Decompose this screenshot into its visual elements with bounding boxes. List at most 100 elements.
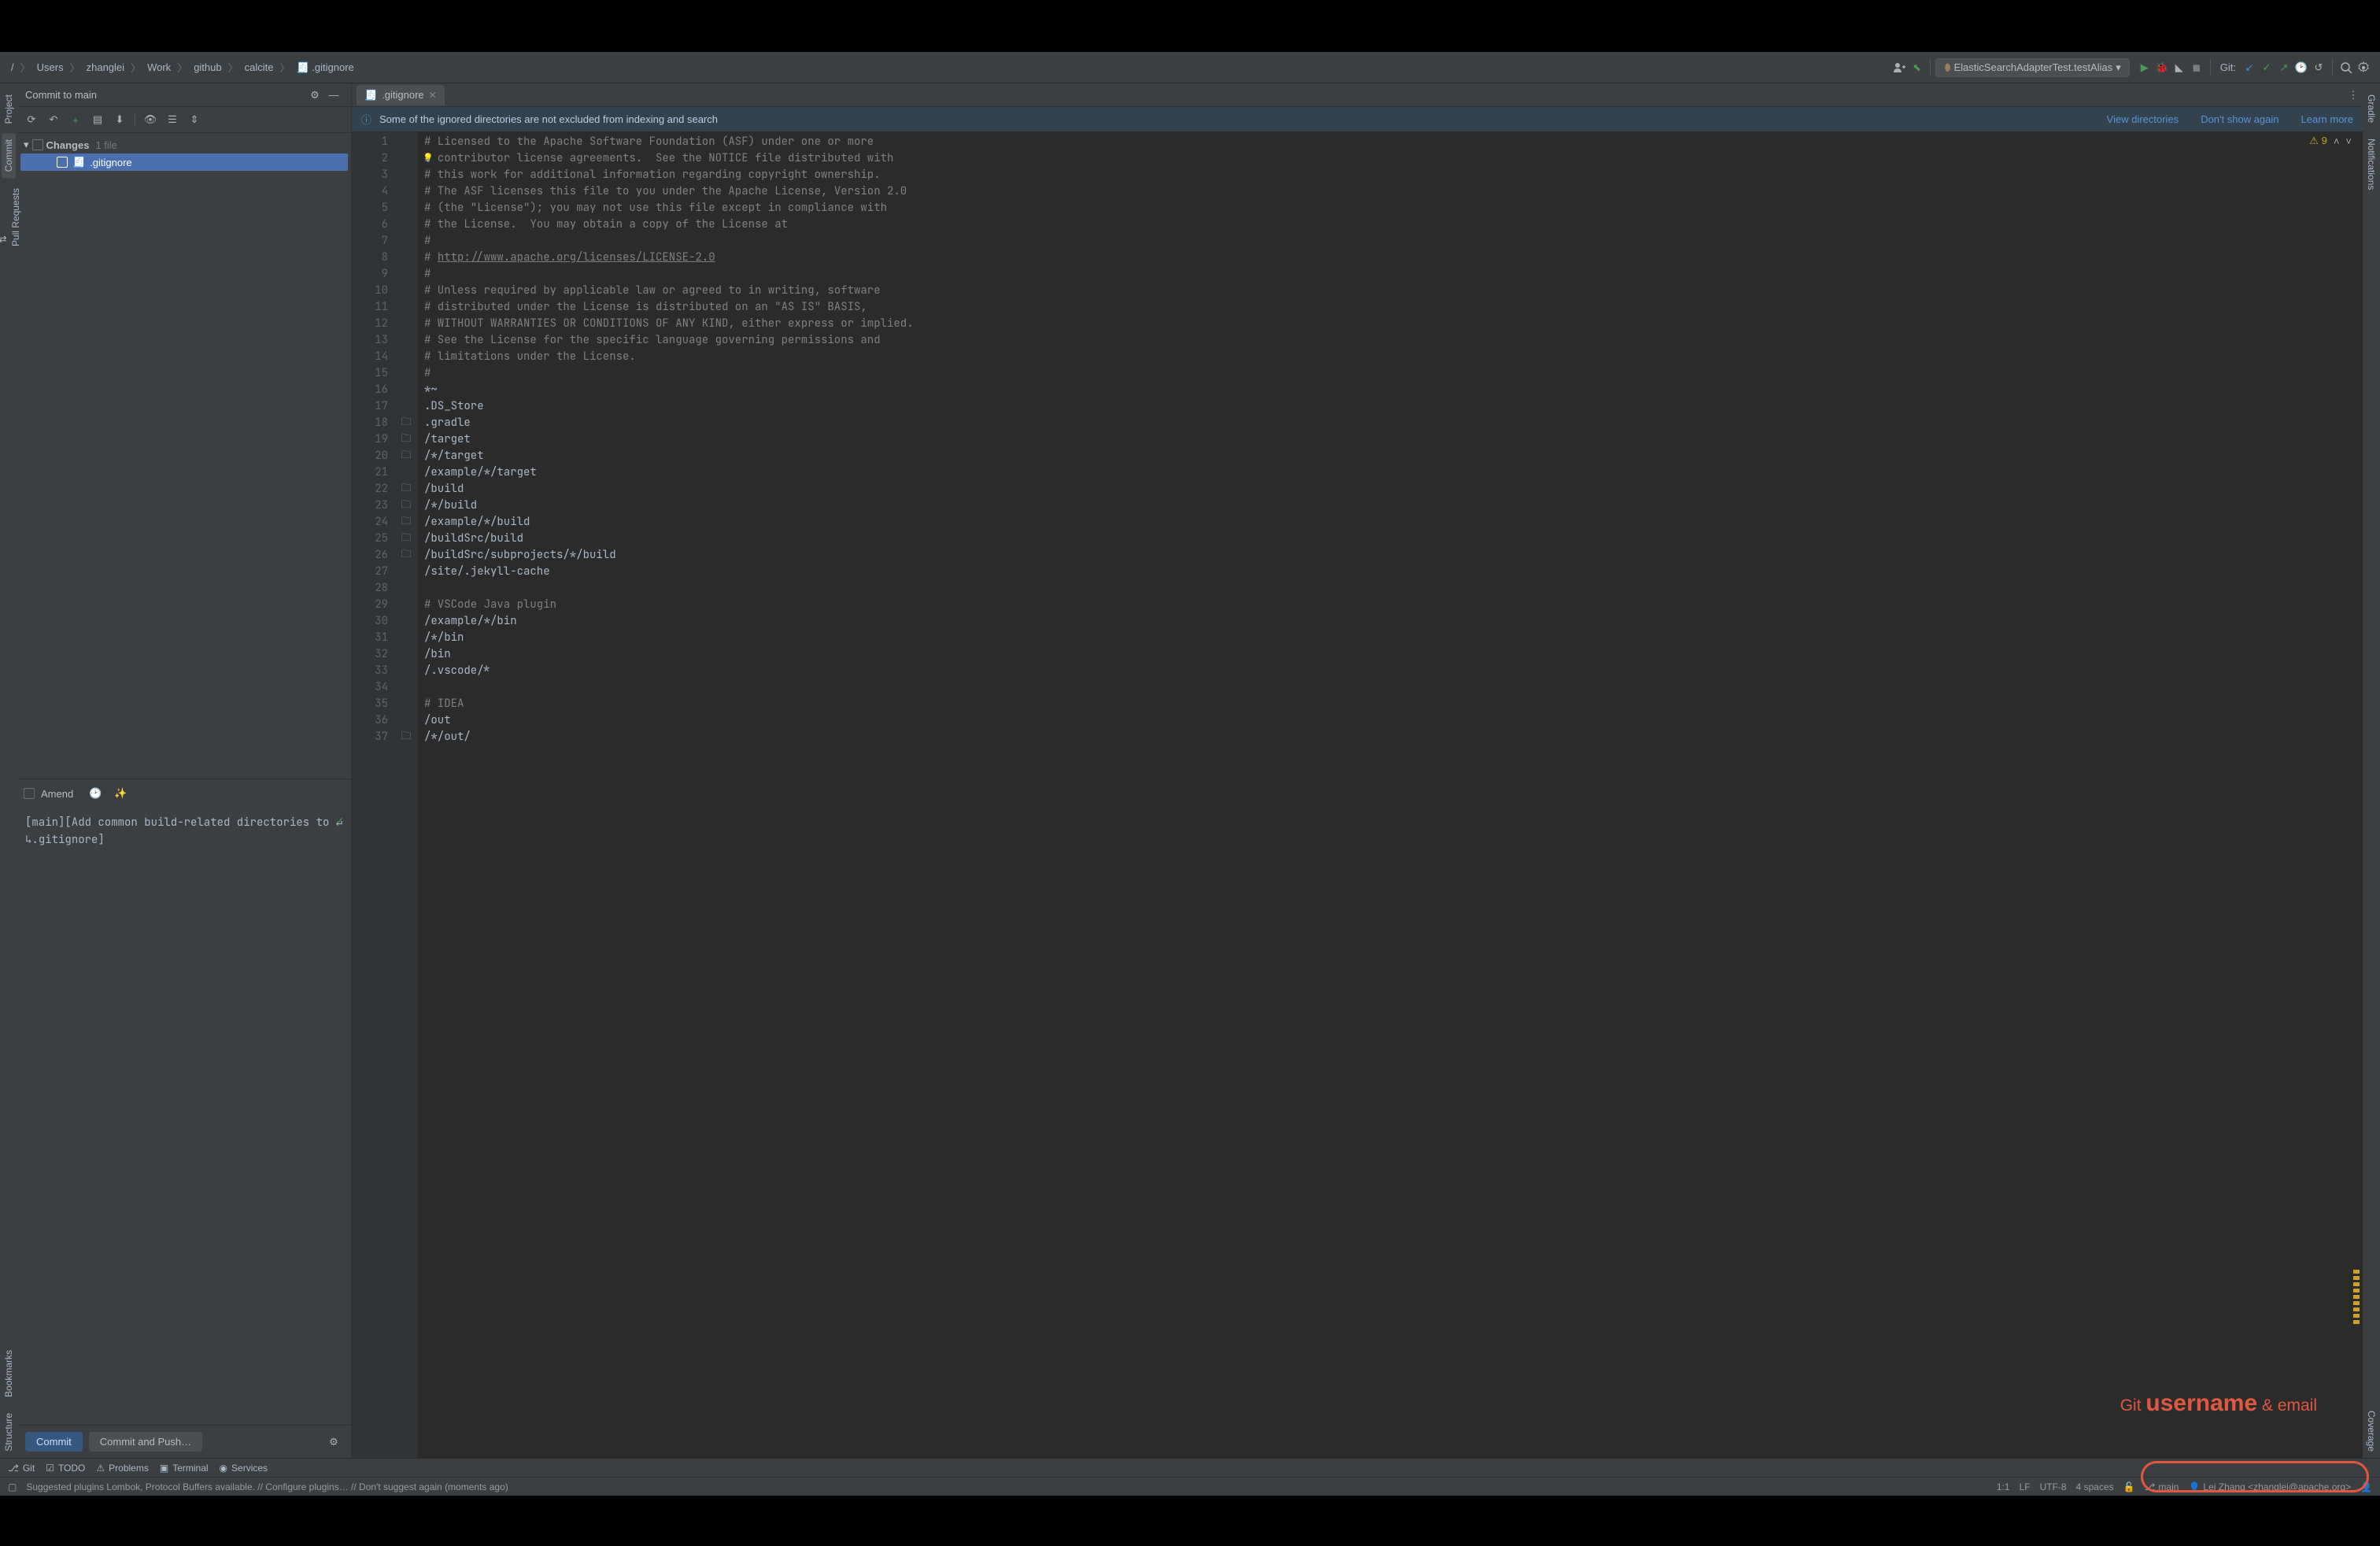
run-config-dropdown[interactable]: ⬮ ElasticSearchAdapterTest.testAlias ▾ [1935, 58, 2129, 77]
shelve-icon[interactable]: ⬇ [110, 110, 129, 129]
history-icon[interactable]: 🕑 [86, 784, 105, 803]
git-branch[interactable]: ⎇ main [2145, 1481, 2179, 1492]
settings-icon[interactable] [2355, 59, 2372, 76]
code-area[interactable]: # Licensed to the Apache Software Founda… [418, 131, 2363, 1458]
revert-icon[interactable]: ↶ [44, 110, 63, 129]
close-icon[interactable]: ✕ [429, 90, 437, 101]
tab-notifications[interactable]: Notifications [2364, 132, 2378, 196]
tab-gradle[interactable]: Gradle [2364, 88, 2378, 129]
amend-checkbox[interactable] [24, 788, 35, 799]
breadcrumb-item[interactable]: calcite [242, 60, 277, 75]
tab-bookmarks[interactable]: Bookmarks [2, 1344, 16, 1404]
view-directories-link[interactable]: View directories [2107, 113, 2179, 125]
breadcrumb-item[interactable]: Work [144, 60, 174, 75]
add-icon[interactable]: + [66, 110, 85, 129]
breadcrumb-item[interactable]: zhanglei [83, 60, 128, 75]
diff-icon[interactable]: ▤ [88, 110, 107, 129]
commit-push-button[interactable]: Commit and Push… [89, 1432, 202, 1452]
backtrack-icon[interactable]: ⬉ [1908, 59, 1925, 76]
more-icon[interactable]: ⋮ [2344, 86, 2363, 105]
commit-button[interactable]: Commit [25, 1432, 83, 1452]
tab-problems[interactable]: ⚠Problems [96, 1463, 148, 1474]
changed-file[interactable]: 🧾 .gitignore [20, 153, 348, 171]
history-icon[interactable]: 🕑 [2293, 59, 2310, 76]
breadcrumb-file[interactable]: 🧾 .gitignore [294, 60, 357, 76]
readonly-toggle[interactable]: 🔓 [2123, 1481, 2135, 1492]
debug-button[interactable]: 🐞 [2153, 59, 2171, 76]
collapse-icon[interactable]: ⇕ [185, 110, 204, 129]
chevron-down-icon: ▾ [2116, 61, 2121, 74]
gutter-icons: 🗀🗀🗀🗀🗀🗀🗀🗀🗀 [394, 131, 418, 1458]
file-encoding[interactable]: UTF-8 [2040, 1481, 2067, 1492]
run-button[interactable]: ▶ [2136, 59, 2153, 76]
info-banner: ⓘ Some of the ignored directories are no… [352, 107, 2363, 131]
tab-project[interactable]: Project [2, 88, 16, 130]
folder-icon: 🗀 [401, 448, 411, 465]
tab-pull-requests[interactable]: ⇅ Pull Requests [0, 182, 23, 253]
error-stripe[interactable] [2353, 131, 2361, 1458]
editor-area: 🧾 .gitignore ✕ ⋮ ⓘ Some of the ignored d… [352, 83, 2363, 1458]
breadcrumb-item[interactable]: Users [34, 60, 67, 75]
intention-bulb-icon[interactable]: 💡 [423, 150, 434, 167]
warning-badge[interactable]: ⚠ 9 [2309, 135, 2327, 147]
folder-icon: 🗀 [401, 729, 411, 746]
commit-title: Commit to main [25, 89, 305, 101]
tool-window-icon[interactable]: ▢ [8, 1481, 17, 1492]
user-icon: 👤 [2188, 1481, 2200, 1492]
minimize-icon[interactable]: — [324, 86, 343, 105]
checkbox[interactable] [57, 157, 68, 168]
caret-position[interactable]: 1:1 [1997, 1481, 2010, 1492]
update-project-icon[interactable]: ↙ [2241, 59, 2258, 76]
branch-icon: ⎇ [8, 1463, 19, 1474]
editor-body[interactable]: 1234567891011121314151617181920212223242… [352, 131, 2363, 1458]
commit-icon[interactable]: ✓ [2258, 59, 2275, 76]
dont-show-again-link[interactable]: Don't show again [2201, 113, 2278, 125]
commit-toolbar: ⟳ ↶ + ▤ ⬇ 👁 ☰ ⇕ [17, 107, 351, 133]
git-user[interactable]: 👤 Lei Zhang <zhanglei@apache.org> [2188, 1481, 2351, 1492]
tab-commit[interactable]: Commit [2, 133, 16, 178]
check-icon: ✓ [337, 812, 343, 830]
rollback-icon[interactable]: ↺ [2310, 59, 2327, 76]
add-user-icon[interactable] [1890, 59, 1908, 76]
coverage-button[interactable]: ◣ [2171, 59, 2188, 76]
editor-tab[interactable]: 🧾 .gitignore ✕ [357, 85, 445, 105]
breadcrumb: / 〉 Users〉 zhanglei〉 Work〉 github〉 calci… [8, 60, 357, 76]
chevron-up-icon[interactable]: ˄ [2334, 135, 2340, 147]
checkbox[interactable] [32, 139, 43, 150]
tab-structure[interactable]: Structure [2, 1407, 16, 1458]
tab-terminal[interactable]: ▣Terminal [160, 1463, 209, 1474]
folder-icon: 🗀 [401, 531, 411, 548]
commit-message-input[interactable]: [main][Add common build-related director… [17, 808, 351, 1425]
right-tool-strip: Gradle Notifications Coverage [2363, 83, 2380, 1458]
tab-services[interactable]: ◉Services [220, 1463, 268, 1474]
learn-more-link[interactable]: Learn more [2301, 113, 2353, 125]
tab-todo[interactable]: ☑TODO [46, 1463, 85, 1474]
todo-icon: ☑ [46, 1463, 54, 1474]
status-message[interactable]: Suggested plugins Lombok, Protocol Buffe… [26, 1481, 508, 1492]
gear-icon[interactable]: ⚙ [305, 86, 324, 105]
folder-icon: 🗀 [401, 497, 411, 515]
search-icon[interactable] [2338, 59, 2355, 76]
changelist-icon[interactable]: 👁 [141, 110, 160, 129]
changes-tree[interactable]: ▾ Changes 1 file 🧾 .gitignore [17, 133, 351, 174]
gear-icon[interactable]: ⚙ [324, 1433, 343, 1452]
chevron-down-icon[interactable]: ˅ [2345, 135, 2352, 147]
refresh-icon[interactable]: ⟳ [22, 110, 41, 129]
bottom-tool-tabs: ⎇Git ☑TODO ⚠Problems ▣Terminal ◉Services [0, 1458, 2380, 1477]
push-icon[interactable]: ↗ [2275, 59, 2293, 76]
warn-icon: ⚠ [96, 1463, 105, 1474]
folder-icon: 🗀 [401, 514, 411, 531]
tab-git[interactable]: ⎇Git [8, 1463, 35, 1474]
breadcrumb-item[interactable]: github [190, 60, 224, 75]
tab-coverage[interactable]: Coverage [2364, 1404, 2378, 1458]
inspector-icon[interactable]: 👤 [2360, 1481, 2372, 1492]
breadcrumb-home-icon[interactable]: / [8, 60, 17, 75]
ai-icon[interactable]: ✨ [111, 784, 130, 803]
changes-group[interactable]: ▾ Changes 1 file [20, 136, 348, 153]
left-tool-strip: Project Commit ⇅ Pull Requests Bookmarks… [0, 83, 17, 1458]
line-number-gutter[interactable]: 1234567891011121314151617181920212223242… [352, 131, 394, 1458]
group-icon[interactable]: ☰ [163, 110, 182, 129]
stop-button[interactable]: ◼ [2188, 59, 2205, 76]
indent-settings[interactable]: 4 spaces [2076, 1481, 2114, 1492]
line-separator[interactable]: LF [2020, 1481, 2031, 1492]
